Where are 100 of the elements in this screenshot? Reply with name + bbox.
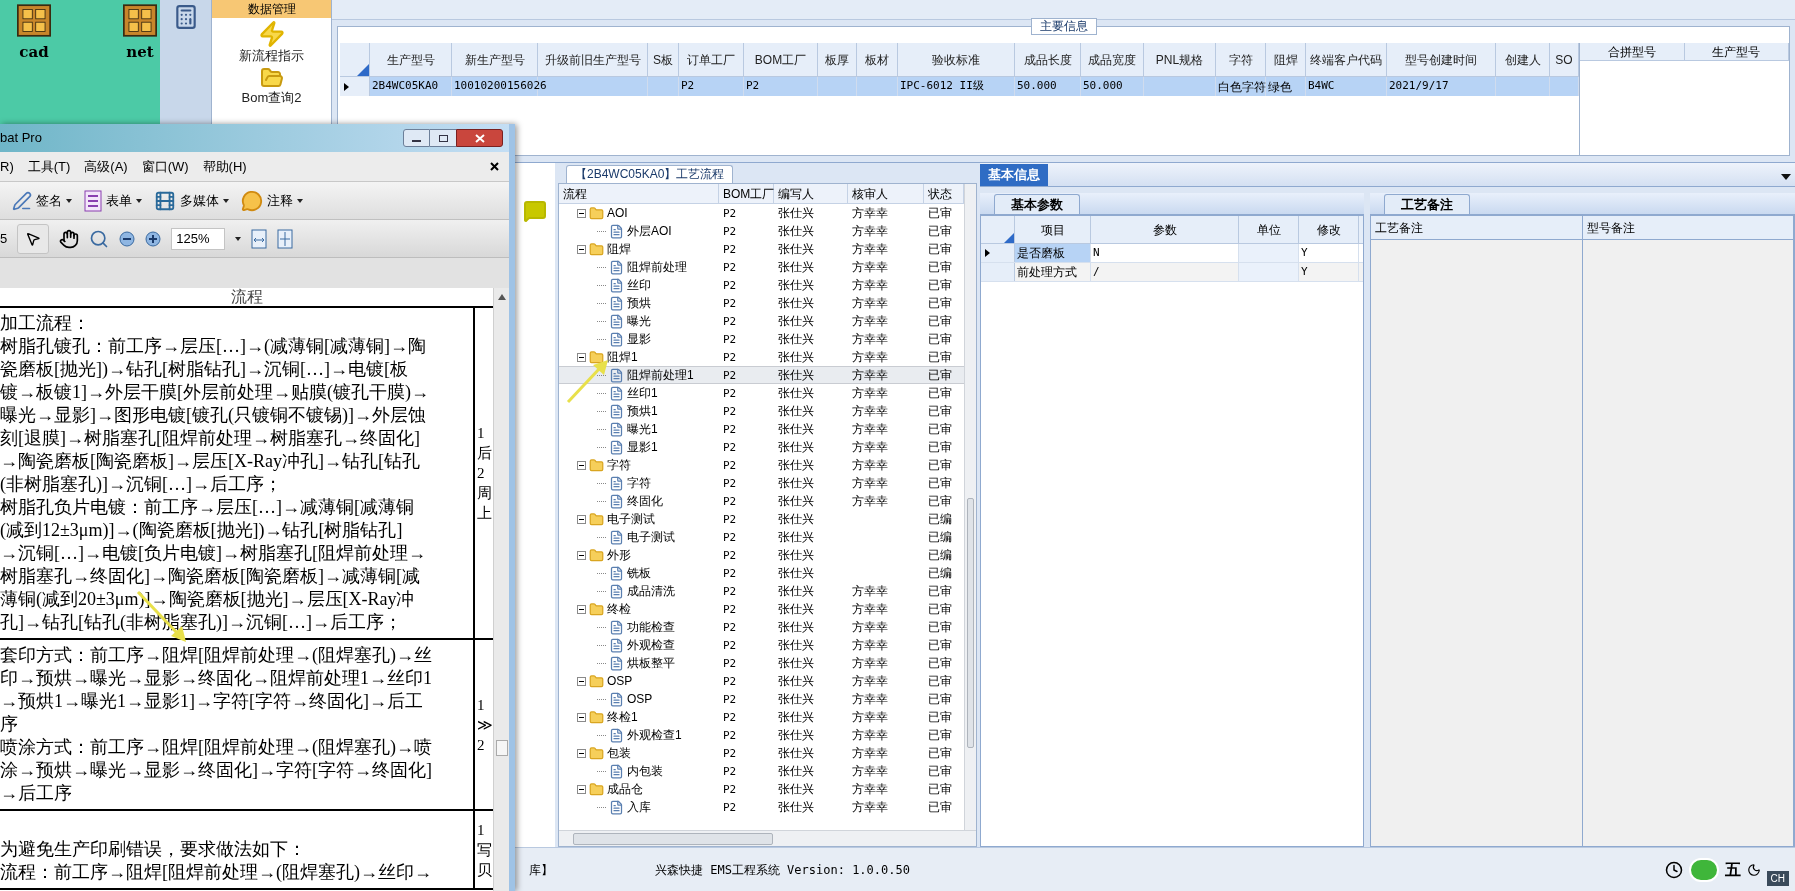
tree-row[interactable]: 丝印1 P2 张仕兴 方幸幸 已审 [559, 384, 964, 402]
menu-item[interactable]: 窗口(W) [141, 156, 189, 177]
column-header[interactable]: 修改 [1299, 216, 1359, 243]
tree-row[interactable]: 外形 P2 张仕兴 已编 [559, 546, 964, 564]
cabinet-icon[interactable] [17, 4, 51, 37]
tree-row[interactable]: 预烘1 P2 张仕兴 方幸幸 已审 [559, 402, 964, 420]
column-header[interactable]: SO [1550, 43, 1579, 76]
tree-row[interactable]: 入库 P2 张仕兴 方幸幸 已审 [559, 798, 964, 816]
tree-row[interactable]: 功能检查 P2 张仕兴 方幸幸 已审 [559, 618, 964, 636]
tree-row[interactable]: 曝光1 P2 张仕兴 方幸幸 已审 [559, 420, 964, 438]
nav-tab[interactable]: 数据管理 [212, 0, 331, 18]
scroll-thumb[interactable] [573, 832, 773, 845]
expander-icon[interactable] [577, 208, 586, 218]
column-header[interactable]: 升级前旧生产型号 [538, 43, 648, 76]
tree-row[interactable]: 阻焊1 P2 张仕兴 方幸幸 已审 [559, 348, 964, 366]
expander-icon[interactable] [577, 244, 586, 254]
column-header[interactable]: 流程 [559, 184, 719, 203]
column-header[interactable]: 单位 [1239, 216, 1299, 243]
menu-item[interactable]: 工具(T) [27, 156, 71, 177]
tray-text[interactable]: 五 [1724, 857, 1741, 882]
column-header[interactable]: 成品长度 [1015, 43, 1081, 76]
column-header[interactable]: 生产型号 [1684, 43, 1789, 60]
zoom-in-icon[interactable] [145, 230, 162, 247]
column-header[interactable]: 型号创建时间 [1387, 43, 1496, 76]
vertical-scrollbar[interactable] [964, 184, 976, 830]
column-header[interactable]: 参数 [1091, 216, 1239, 243]
tree-row[interactable]: 丝印 P2 张仕兴 方幸幸 已审 [559, 276, 964, 294]
tree-row[interactable]: 显影1 P2 张仕兴 方幸幸 已审 [559, 438, 964, 456]
tree-row[interactable]: 包装 P2 张仕兴 方幸幸 已审 [559, 744, 964, 762]
tree-row[interactable]: OSP P2 张仕兴 方幸幸 已审 [559, 672, 964, 690]
tree-row[interactable]: 内包装 P2 张仕兴 方幸幸 已审 [559, 762, 964, 780]
expander-icon[interactable] [577, 604, 586, 614]
close-button[interactable] [456, 129, 503, 147]
scroll-up-icon[interactable] [497, 294, 506, 300]
column-header[interactable]: BOM工厂 [744, 43, 818, 76]
column-header[interactable]: 订单工厂 [679, 43, 744, 76]
tree-row[interactable]: 字符 P2 张仕兴 方幸幸 已审 [559, 474, 964, 492]
expander-icon[interactable] [577, 712, 586, 722]
panel-tab[interactable]: 【2B4WC05KA0】工艺流程 [566, 165, 734, 183]
minimize-button[interactable] [403, 129, 430, 147]
expander-icon[interactable] [577, 550, 586, 560]
caret-icon[interactable] [235, 236, 242, 241]
tree-row[interactable]: 终固化 P2 张仕兴 方幸幸 已审 [559, 492, 964, 510]
expander-icon[interactable] [577, 748, 586, 758]
table-row[interactable]: 是否磨板 N Y [981, 244, 1363, 263]
tree-row[interactable]: 终检1 P2 张仕兴 方幸幸 已审 [559, 708, 964, 726]
scroll-thumb[interactable] [495, 740, 508, 756]
maximize-button[interactable] [430, 129, 456, 147]
column-header[interactable]: 成品宽度 [1081, 43, 1144, 76]
nav-item[interactable]: 新流程指示 [235, 20, 308, 64]
tree-row[interactable]: 外观检查1 P2 张仕兴 方幸幸 已审 [559, 726, 964, 744]
column-header[interactable]: 合拼型号 [1580, 43, 1685, 60]
clock-icon[interactable] [1664, 860, 1683, 879]
toolbar-button[interactable]: 注释 [241, 189, 303, 212]
cabinet-icon[interactable] [123, 4, 157, 37]
tree-row[interactable]: 终检 P2 张仕兴 方幸幸 已审 [559, 600, 964, 618]
tree-row[interactable]: 阻焊前处理 P2 张仕兴 方幸幸 已审 [559, 258, 964, 276]
search-icon[interactable] [89, 228, 110, 249]
panel-tab[interactable]: 基本参数 [994, 194, 1080, 214]
column-header[interactable]: BOM工厂 [719, 184, 774, 203]
expander-icon[interactable] [577, 784, 586, 794]
column-header[interactable]: 验收标准 [898, 43, 1015, 76]
tree-row[interactable]: 曝光 P2 张仕兴 方幸幸 已审 [559, 312, 964, 330]
menu-item[interactable]: 高级(A) [84, 156, 128, 177]
column-header[interactable]: 编写人 [774, 184, 848, 203]
toolbar-button[interactable]: 多媒体 [154, 189, 229, 212]
column-header[interactable]: 新生产型号 [452, 43, 538, 76]
desktop-icon-label[interactable]: cad [19, 41, 49, 64]
expander-icon[interactable] [577, 352, 586, 362]
app-icon[interactable] [1688, 857, 1719, 882]
tree-row[interactable]: 阻焊 P2 张仕兴 方幸幸 已审 [559, 240, 964, 258]
tree-row[interactable]: 电子测试 P2 张仕兴 已编 [559, 510, 964, 528]
close-icon[interactable] [490, 162, 499, 171]
tree-row[interactable]: 显影 P2 张仕兴 方幸幸 已审 [559, 330, 964, 348]
column-header[interactable]: S板 [648, 43, 679, 76]
tree-row[interactable]: 成品清洗 P2 张仕兴 方幸幸 已审 [559, 582, 964, 600]
table-row[interactable]: 2B4WC05KA0 10010200156026 P2 P2 IPC-6012 II级 50.000 50.000 白色字符 绿色 B4WC 2021/9/17 [340, 77, 1579, 96]
hand-icon[interactable] [59, 228, 80, 249]
column-header[interactable]: 核审人 [848, 184, 924, 203]
column-header[interactable]: 板厚 [818, 43, 857, 76]
column-header[interactable]: 项目 [1015, 216, 1091, 243]
tree-row[interactable]: 字符 P2 张仕兴 方幸幸 已审 [559, 456, 964, 474]
tree-row[interactable]: 成品仓 P2 张仕兴 方幸幸 已审 [559, 780, 964, 798]
column-header[interactable]: 型号备注 [1582, 216, 1793, 240]
expander-icon[interactable] [577, 514, 586, 524]
tree-row[interactable]: 外层AOI P2 张仕兴 方幸幸 已审 [559, 222, 964, 240]
tray-text[interactable]: CH [1766, 871, 1789, 886]
column-header[interactable]: 板材 [857, 43, 898, 76]
zoom-field[interactable]: 125% [171, 227, 226, 250]
scroll-thumb[interactable] [967, 498, 974, 748]
column-header[interactable]: 生产型号 [370, 43, 452, 76]
column-header[interactable]: 工艺备注 [1371, 216, 1582, 240]
toolbar-button[interactable]: 签名 [12, 190, 72, 211]
tree-row[interactable]: 阻焊前处理1 P2 张仕兴 方幸幸 已审 [559, 366, 964, 384]
column-header[interactable]: 创建人 [1496, 43, 1550, 76]
panel-tab[interactable]: 工艺备注 [1384, 194, 1470, 214]
tree-row[interactable]: 烘板整平 P2 张仕兴 方幸幸 已审 [559, 654, 964, 672]
tree-row[interactable]: AOI P2 张仕兴 方幸幸 已审 [559, 204, 964, 222]
column-header[interactable]: 终端客户代码 [1306, 43, 1387, 76]
zoom-out-icon[interactable] [119, 230, 136, 247]
